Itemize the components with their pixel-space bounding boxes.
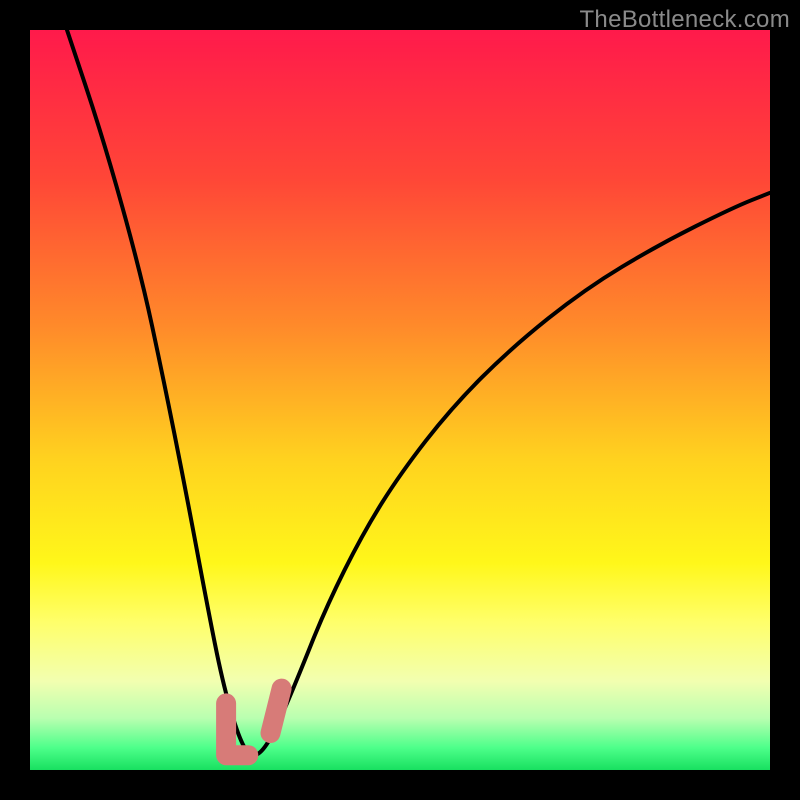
plot-area [30,30,770,770]
pink-marker-right [271,689,282,733]
chart-frame: TheBottleneck.com [0,0,800,800]
bottleneck-curve [67,30,770,755]
marker-layer [226,689,282,756]
curve-layer [30,30,770,770]
